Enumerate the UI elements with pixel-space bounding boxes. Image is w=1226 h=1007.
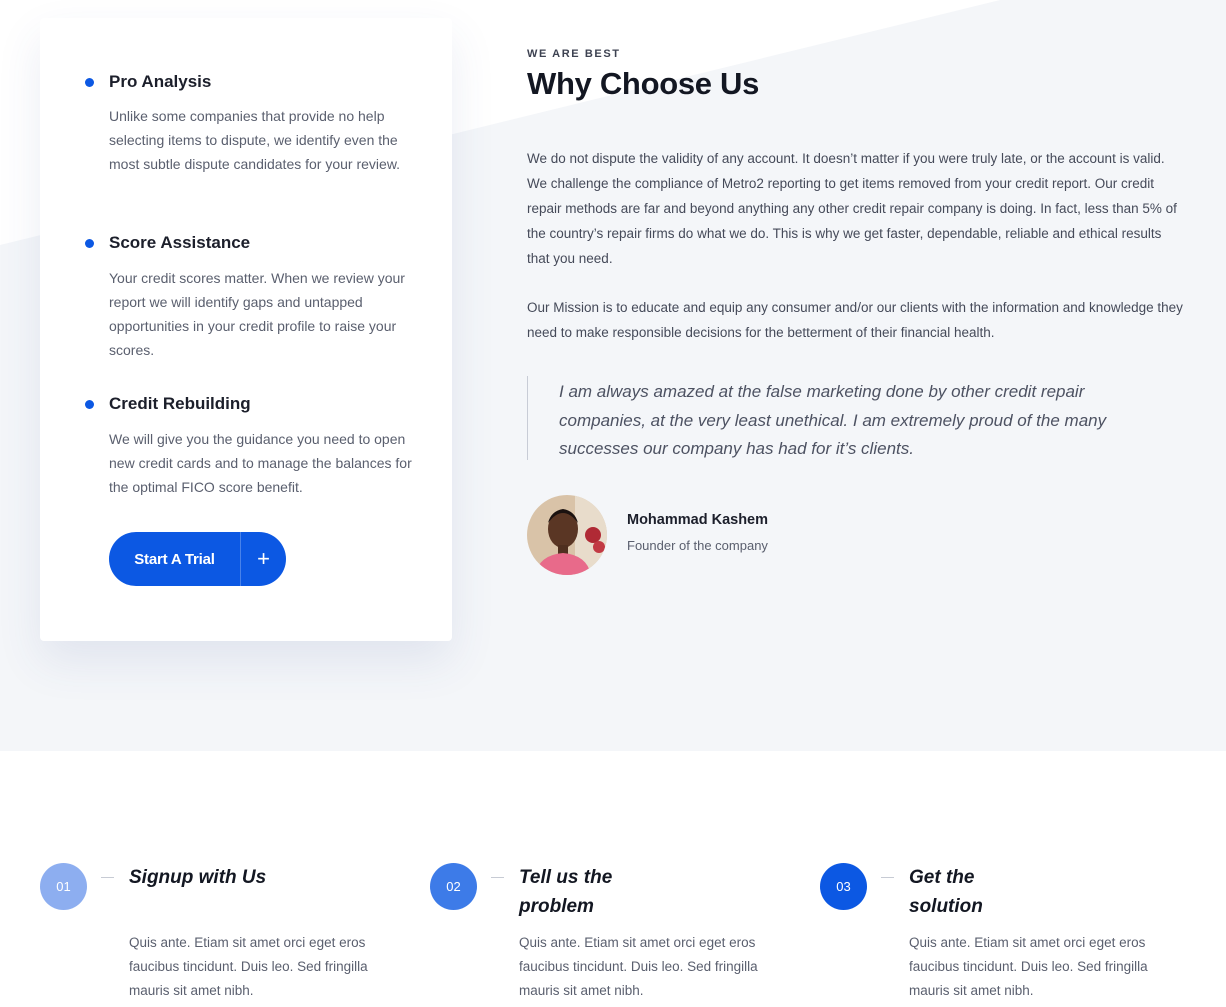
step-description: Quis ante. Etiam sit amet orci eget eros… — [519, 935, 758, 998]
mission-paragraph: Our Mission is to educate and equip any … — [527, 300, 1183, 340]
feature-description: Your credit scores matter. When we revie… — [109, 270, 405, 358]
step-number-badge: 02 — [430, 863, 477, 910]
start-trial-label: Start A Trial — [134, 550, 215, 568]
step-dash — [101, 877, 114, 878]
step-title: Tell us the problem — [519, 867, 613, 917]
features-card: Pro Analysis Unlike some companies that … — [40, 18, 452, 641]
step-tell-problem: 02 Tell us the problem Quis ante. Etiam … — [430, 860, 810, 1007]
feature-title: Score Assistance — [109, 233, 251, 252]
step-number-badge: 03 — [820, 863, 867, 910]
feature-description: Unlike some companies that provide no he… — [109, 108, 401, 172]
feature-title: Credit Rebuilding — [109, 394, 251, 413]
step-description: Quis ante. Etiam sit amet orci eget eros… — [909, 935, 1148, 998]
founder-quote: I am always amazed at the false marketin… — [559, 382, 1107, 458]
bullet-dot-icon — [85, 400, 94, 409]
step-dash — [881, 877, 894, 878]
step-title: Signup with Us — [129, 867, 267, 888]
founder-avatar — [527, 495, 607, 575]
step-signup: 01 Signup with Us Quis ante. Etiam sit a… — [40, 860, 420, 1007]
quote-bar — [527, 376, 528, 460]
founder-name: Mohammad Kashem — [627, 512, 769, 528]
section-eyebrow: WE ARE BEST — [527, 48, 621, 60]
feature-title: Pro Analysis — [109, 72, 212, 91]
step-title: Get the solution — [909, 867, 983, 917]
bullet-dot-icon — [85, 239, 94, 248]
step-description: Quis ante. Etiam sit amet orci eget eros… — [129, 935, 368, 998]
feature-description: We will give you the guidance you need t… — [109, 431, 412, 495]
section-title: Why Choose Us — [527, 66, 760, 101]
step-get-solution: 03 Get the solution Quis ante. Etiam sit… — [820, 860, 1200, 1007]
plus-icon: + — [257, 546, 270, 571]
step-number-badge: 01 — [40, 863, 87, 910]
step-dash — [491, 877, 504, 878]
why-choose-us-section: Pro Analysis Unlike some companies that … — [0, 0, 1226, 751]
founder-role: Founder of the company — [627, 538, 768, 553]
about-paragraph: We do not dispute the validity of any ac… — [527, 151, 1177, 266]
bullet-dot-icon — [85, 78, 94, 87]
start-trial-button[interactable]: Start A Trial + — [109, 532, 286, 586]
